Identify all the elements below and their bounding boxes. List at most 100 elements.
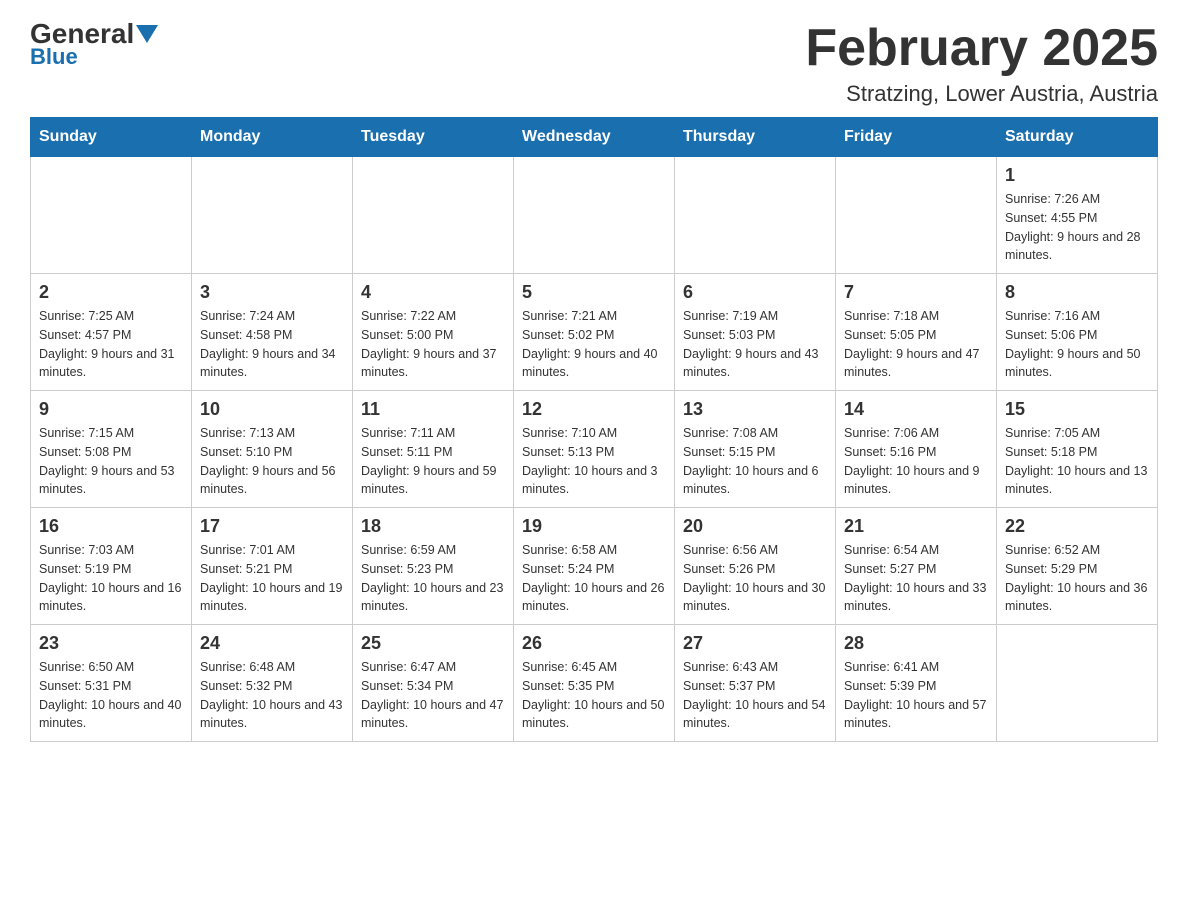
header-friday: Friday bbox=[836, 118, 997, 157]
header-thursday: Thursday bbox=[675, 118, 836, 157]
day-info: Sunrise: 7:01 AM Sunset: 5:21 PM Dayligh… bbox=[200, 541, 344, 616]
location-title: Stratzing, Lower Austria, Austria bbox=[805, 81, 1158, 107]
day-info: Sunrise: 6:59 AM Sunset: 5:23 PM Dayligh… bbox=[361, 541, 505, 616]
day-info: Sunrise: 6:58 AM Sunset: 5:24 PM Dayligh… bbox=[522, 541, 666, 616]
table-row: 13Sunrise: 7:08 AM Sunset: 5:15 PM Dayli… bbox=[675, 391, 836, 508]
header-wednesday: Wednesday bbox=[514, 118, 675, 157]
day-info: Sunrise: 6:41 AM Sunset: 5:39 PM Dayligh… bbox=[844, 658, 988, 733]
title-section: February 2025 Stratzing, Lower Austria, … bbox=[805, 20, 1158, 107]
day-number: 3 bbox=[200, 282, 344, 303]
day-number: 20 bbox=[683, 516, 827, 537]
table-row bbox=[353, 157, 514, 274]
day-number: 23 bbox=[39, 633, 183, 654]
table-row: 17 Sunrise: 7:01 AM Sunset: 5:21 PM Dayli… bbox=[192, 508, 353, 625]
day-info: Sunrise: 7:21 AM Sunset: 5:02 PM Dayligh… bbox=[522, 307, 666, 382]
day-number: 8 bbox=[1005, 282, 1149, 303]
day-info: Sunrise: 7:16 AM Sunset: 5:06 PM Dayligh… bbox=[1005, 307, 1149, 382]
table-row: 18 Sunrise: 6:59 AM Sunset: 5:23 PM Dayli… bbox=[353, 508, 514, 625]
day-number: 4 bbox=[361, 282, 505, 303]
table-row: 15Sunrise: 7:05 AM Sunset: 5:18 PM Dayli… bbox=[997, 391, 1158, 508]
logo-arrow-icon bbox=[136, 25, 158, 43]
day-number: 24 bbox=[200, 633, 344, 654]
day-info: Sunrise: 7:15 AM Sunset: 5:08 PM Dayligh… bbox=[39, 424, 183, 499]
calendar-week-row: 23 Sunrise: 6:50 AM Sunset: 5:31 PM Dayli… bbox=[31, 625, 1158, 742]
day-number: 16 bbox=[39, 516, 183, 537]
table-row: 14 Sunrise: 7:06 AM Sunset: 5:16 PM Dayli… bbox=[836, 391, 997, 508]
table-row: 28 Sunrise: 6:41 AM Sunset: 5:39 PM Dayli… bbox=[836, 625, 997, 742]
day-number: 2 bbox=[39, 282, 183, 303]
day-info: Sunrise: 6:56 AM Sunset: 5:26 PM Dayligh… bbox=[683, 541, 827, 616]
table-row: 12Sunrise: 7:10 AM Sunset: 5:13 PM Dayli… bbox=[514, 391, 675, 508]
day-number: 5 bbox=[522, 282, 666, 303]
day-info: Sunrise: 6:52 AM Sunset: 5:29 PM Dayligh… bbox=[1005, 541, 1149, 616]
calendar-table: Sunday Monday Tuesday Wednesday Thursday… bbox=[30, 117, 1158, 742]
table-row: 5 Sunrise: 7:21 AM Sunset: 5:02 PM Daylig… bbox=[514, 274, 675, 391]
month-title: February 2025 bbox=[805, 20, 1158, 77]
header-monday: Monday bbox=[192, 118, 353, 157]
header-tuesday: Tuesday bbox=[353, 118, 514, 157]
day-number: 19 bbox=[522, 516, 666, 537]
table-row: 2 Sunrise: 7:25 AM Sunset: 4:57 PM Daylig… bbox=[31, 274, 192, 391]
day-number: 25 bbox=[361, 633, 505, 654]
day-info: Sunrise: 6:47 AM Sunset: 5:34 PM Dayligh… bbox=[361, 658, 505, 733]
table-row: 22 Sunrise: 6:52 AM Sunset: 5:29 PM Dayli… bbox=[997, 508, 1158, 625]
day-number: 26 bbox=[522, 633, 666, 654]
table-row: 11 Sunrise: 7:11 AM Sunset: 5:11 PM Dayli… bbox=[353, 391, 514, 508]
header-saturday: Saturday bbox=[997, 118, 1158, 157]
day-number: 14 bbox=[844, 399, 988, 420]
table-row: 6Sunrise: 7:19 AM Sunset: 5:03 PM Daylig… bbox=[675, 274, 836, 391]
day-number: 12 bbox=[522, 399, 666, 420]
day-info: Sunrise: 6:43 AM Sunset: 5:37 PM Dayligh… bbox=[683, 658, 827, 733]
table-row: 23 Sunrise: 6:50 AM Sunset: 5:31 PM Dayli… bbox=[31, 625, 192, 742]
calendar-week-row: 1 Sunrise: 7:26 AM Sunset: 4:55 PM Daylig… bbox=[31, 157, 1158, 274]
day-info: Sunrise: 7:25 AM Sunset: 4:57 PM Dayligh… bbox=[39, 307, 183, 382]
page-header: General Blue February 2025 Stratzing, Lo… bbox=[30, 20, 1158, 107]
table-row: 20 Sunrise: 6:56 AM Sunset: 5:26 PM Dayli… bbox=[675, 508, 836, 625]
table-row: 3 Sunrise: 7:24 AM Sunset: 4:58 PM Daylig… bbox=[192, 274, 353, 391]
day-info: Sunrise: 6:45 AM Sunset: 5:35 PM Dayligh… bbox=[522, 658, 666, 733]
table-row bbox=[514, 157, 675, 274]
table-row: 1 Sunrise: 7:26 AM Sunset: 4:55 PM Daylig… bbox=[997, 157, 1158, 274]
table-row: 7 Sunrise: 7:18 AM Sunset: 5:05 PM Daylig… bbox=[836, 274, 997, 391]
logo-blue: Blue bbox=[30, 44, 78, 70]
day-info: Sunrise: 7:03 AM Sunset: 5:19 PM Dayligh… bbox=[39, 541, 183, 616]
day-number: 22 bbox=[1005, 516, 1149, 537]
calendar-week-row: 2 Sunrise: 7:25 AM Sunset: 4:57 PM Daylig… bbox=[31, 274, 1158, 391]
day-info: Sunrise: 7:24 AM Sunset: 4:58 PM Dayligh… bbox=[200, 307, 344, 382]
table-row: 10 Sunrise: 7:13 AM Sunset: 5:10 PM Dayli… bbox=[192, 391, 353, 508]
day-info: Sunrise: 6:48 AM Sunset: 5:32 PM Dayligh… bbox=[200, 658, 344, 733]
day-info: Sunrise: 7:11 AM Sunset: 5:11 PM Dayligh… bbox=[361, 424, 505, 499]
calendar-week-row: 16 Sunrise: 7:03 AM Sunset: 5:19 PM Dayli… bbox=[31, 508, 1158, 625]
day-number: 27 bbox=[683, 633, 827, 654]
day-info: Sunrise: 7:06 AM Sunset: 5:16 PM Dayligh… bbox=[844, 424, 988, 499]
day-info: Sunrise: 6:54 AM Sunset: 5:27 PM Dayligh… bbox=[844, 541, 988, 616]
day-info: Sunrise: 6:50 AM Sunset: 5:31 PM Dayligh… bbox=[39, 658, 183, 733]
table-row bbox=[192, 157, 353, 274]
day-number: 11 bbox=[361, 399, 505, 420]
table-row: 26 Sunrise: 6:45 AM Sunset: 5:35 PM Dayli… bbox=[514, 625, 675, 742]
day-number: 1 bbox=[1005, 165, 1149, 186]
day-info: Sunrise: 7:13 AM Sunset: 5:10 PM Dayligh… bbox=[200, 424, 344, 499]
day-number: 15 bbox=[1005, 399, 1149, 420]
day-info: Sunrise: 7:18 AM Sunset: 5:05 PM Dayligh… bbox=[844, 307, 988, 382]
day-number: 18 bbox=[361, 516, 505, 537]
day-number: 17 bbox=[200, 516, 344, 537]
table-row: 19 Sunrise: 6:58 AM Sunset: 5:24 PM Dayli… bbox=[514, 508, 675, 625]
header-sunday: Sunday bbox=[31, 118, 192, 157]
table-row bbox=[675, 157, 836, 274]
day-number: 28 bbox=[844, 633, 988, 654]
day-number: 10 bbox=[200, 399, 344, 420]
table-row: 24 Sunrise: 6:48 AM Sunset: 5:32 PM Dayli… bbox=[192, 625, 353, 742]
day-number: 9 bbox=[39, 399, 183, 420]
day-info: Sunrise: 7:26 AM Sunset: 4:55 PM Dayligh… bbox=[1005, 190, 1149, 265]
table-row: 8 Sunrise: 7:16 AM Sunset: 5:06 PM Daylig… bbox=[997, 274, 1158, 391]
day-number: 7 bbox=[844, 282, 988, 303]
logo: General Blue bbox=[30, 20, 158, 70]
table-row: 27 Sunrise: 6:43 AM Sunset: 5:37 PM Dayli… bbox=[675, 625, 836, 742]
table-row bbox=[997, 625, 1158, 742]
table-row: 16 Sunrise: 7:03 AM Sunset: 5:19 PM Dayli… bbox=[31, 508, 192, 625]
day-number: 13 bbox=[683, 399, 827, 420]
day-info: Sunrise: 7:22 AM Sunset: 5:00 PM Dayligh… bbox=[361, 307, 505, 382]
calendar-header-row: Sunday Monday Tuesday Wednesday Thursday… bbox=[31, 118, 1158, 157]
table-row bbox=[31, 157, 192, 274]
